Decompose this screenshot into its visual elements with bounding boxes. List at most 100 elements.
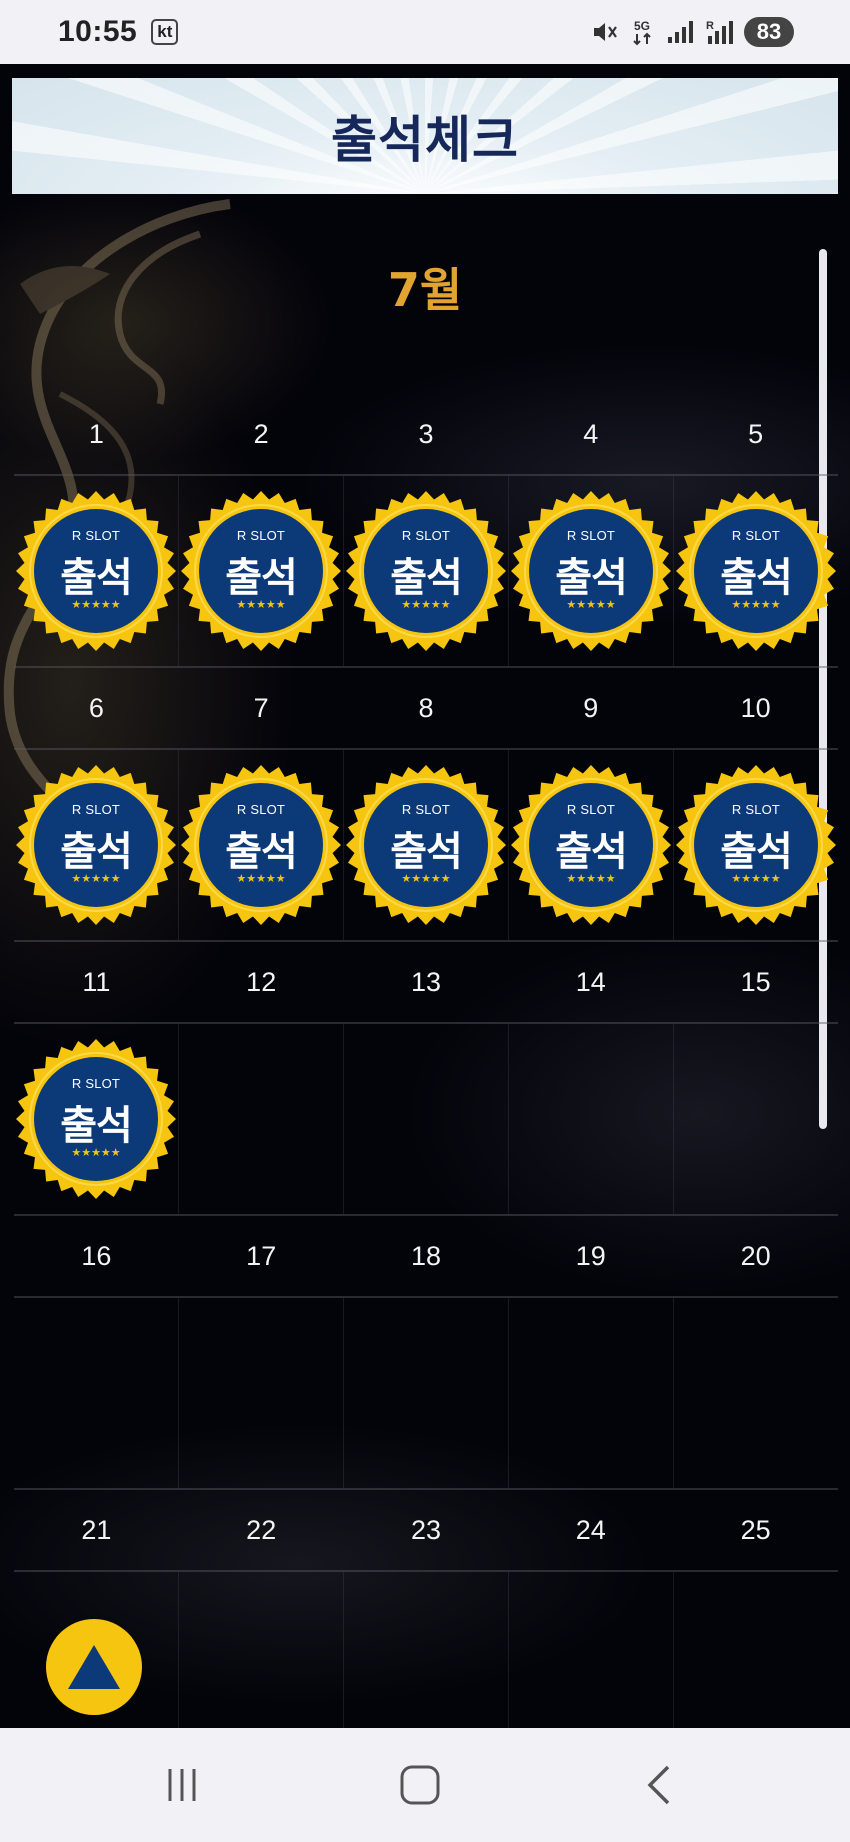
stamp-stars-icon: ★★★★★ (71, 1146, 121, 1159)
stamp-text: 출석 (720, 555, 793, 601)
day-cell[interactable]: R SLOT 출석 ★★★★★ (179, 476, 344, 666)
recent-apps-button[interactable] (152, 1758, 212, 1812)
stamp-text: 출석 (390, 555, 463, 601)
back-icon (647, 1765, 670, 1805)
stamp-stars-icon: ★★★★★ (731, 872, 781, 885)
day-number: 3 (418, 418, 434, 449)
day-cell[interactable] (344, 1024, 509, 1214)
day-number: 4 (583, 418, 599, 449)
status-icons: 5G R 83 (590, 17, 794, 47)
month-title: 7월 (387, 263, 463, 317)
signal-icon (666, 19, 694, 45)
stamp-text: 출석 (555, 829, 628, 875)
day-number: 10 (740, 692, 771, 723)
week-day-numbers: 16 17 18 19 20 (14, 1216, 838, 1298)
stamp-stars-icon: ★★★★★ (71, 872, 121, 885)
day-cell[interactable] (674, 1572, 838, 1728)
stamp-brand: R SLOT (401, 802, 451, 817)
day-number: 2 (253, 418, 269, 449)
day-number: 11 (82, 966, 111, 997)
day-number: 8 (418, 692, 434, 723)
home-button[interactable] (390, 1758, 450, 1812)
attendance-stamp: R SLOT 출석 ★★★★★ (15, 764, 177, 926)
day-cell[interactable]: R SLOT 출석 ★★★★★ (14, 750, 179, 940)
day-cell[interactable] (179, 1024, 344, 1214)
week-stamp-row (14, 1298, 838, 1490)
week-stamp-row: R SLOT 출석 ★★★★★ (14, 1024, 838, 1216)
day-cell[interactable]: R SLOT 출석 ★★★★★ (509, 476, 674, 666)
stamp-text: 출석 (60, 555, 133, 601)
stamp-text: 출석 (225, 829, 298, 875)
day-number: 15 (740, 966, 771, 997)
day-number: 22 (246, 1514, 277, 1545)
day-cell[interactable] (344, 1572, 509, 1728)
attendance-stamp: R SLOT 출석 ★★★★★ (345, 764, 507, 926)
week-day-numbers: 1 2 3 4 5 (14, 394, 838, 476)
day-cell[interactable]: R SLOT 출석 ★★★★★ (674, 750, 838, 940)
day-number: 25 (740, 1514, 771, 1545)
calendar-week: 6 7 8 9 10 R SLOT 출석 ★★★★★ R SLOT 출석 ★★★★★ R… (14, 668, 838, 942)
stamp-text: 출석 (720, 829, 793, 875)
day-cell[interactable]: R SLOT 출석 ★★★★★ (509, 750, 674, 940)
attendance-stamp: R SLOT 출석 ★★★★★ (510, 764, 672, 926)
attendance-stamp: R SLOT 출석 ★★★★★ (180, 764, 342, 926)
stamp-brand: R SLOT (71, 1076, 121, 1091)
stamp-brand: R SLOT (236, 528, 286, 543)
day-number: 16 (81, 1240, 112, 1271)
carrier-badge: kt (151, 19, 179, 45)
recent-apps-icon (168, 1769, 196, 1801)
day-cell[interactable]: R SLOT 출석 ★★★★★ (14, 476, 179, 666)
header-banner: 출석체크 (12, 78, 838, 194)
stamp-stars-icon: ★★★★★ (566, 872, 616, 885)
back-button[interactable] (630, 1758, 690, 1812)
week-stamp-row: R SLOT 출석 ★★★★★ R SLOT 출석 ★★★★★ R SLOT 출석 ★★★★… (14, 476, 838, 668)
stamp-brand: R SLOT (566, 528, 616, 543)
stamp-stars-icon: ★★★★★ (236, 598, 286, 611)
day-number: 1 (88, 418, 104, 449)
stamp-brand: R SLOT (71, 528, 121, 543)
day-cell[interactable] (344, 1298, 509, 1488)
day-cell[interactable]: R SLOT 출석 ★★★★★ (14, 1024, 179, 1214)
day-number: 23 (410, 1514, 442, 1545)
day-cell[interactable] (509, 1572, 674, 1728)
stamp-text: 출석 (555, 555, 628, 601)
home-icon (400, 1765, 440, 1805)
week-day-numbers: 6 7 8 9 10 (14, 668, 838, 750)
app-content: 출석체크 7월 1 2 3 4 5 R SLOT 출석 ★★★★★ R SLOT 출석… (0, 64, 850, 1728)
day-cell[interactable]: R SLOT 출석 ★★★★★ (344, 476, 509, 666)
week-stamp-row: R SLOT 출석 ★★★★★ R SLOT 출석 ★★★★★ R SLOT 출석 ★★★★… (14, 750, 838, 942)
triangle-up-icon (68, 1645, 120, 1689)
day-cell[interactable] (179, 1298, 344, 1488)
mute-icon (590, 18, 618, 46)
calendar-week: 1 2 3 4 5 R SLOT 출석 ★★★★★ R SLOT 출석 ★★★★★ R … (14, 394, 838, 668)
day-cell[interactable] (509, 1024, 674, 1214)
day-number: 17 (246, 1240, 277, 1271)
day-number: 6 (88, 692, 104, 723)
day-cell[interactable]: R SLOT 출석 ★★★★★ (344, 750, 509, 940)
attendance-calendar: 1 2 3 4 5 R SLOT 출석 ★★★★★ R SLOT 출석 ★★★★★ R … (14, 394, 838, 1728)
calendar-week: 16 17 18 19 20 (14, 1216, 838, 1490)
day-cell[interactable]: R SLOT 출석 ★★★★★ (179, 750, 344, 940)
attendance-stamp: R SLOT 출석 ★★★★★ (15, 1038, 177, 1200)
day-number: 7 (253, 692, 269, 723)
day-number: 24 (575, 1514, 606, 1545)
scroll-to-top-button[interactable] (46, 1619, 142, 1715)
attendance-stamp: R SLOT 출석 ★★★★★ (510, 490, 672, 652)
day-number: 12 (246, 966, 277, 997)
stamp-stars-icon: ★★★★★ (566, 598, 616, 611)
day-cell[interactable] (674, 1298, 838, 1488)
battery-indicator: 83 (744, 17, 794, 47)
day-cell[interactable] (179, 1572, 344, 1728)
day-number: 18 (410, 1240, 442, 1271)
day-cell[interactable]: R SLOT 출석 ★★★★★ (674, 476, 838, 666)
day-cell[interactable] (674, 1024, 838, 1214)
week-day-numbers: 11 12 13 14 15 (14, 942, 838, 1024)
stamp-stars-icon: ★★★★★ (731, 598, 781, 611)
stamp-brand: R SLOT (236, 802, 286, 817)
stamp-stars-icon: ★★★★★ (401, 598, 451, 611)
network-5g-icon: 5G (628, 17, 656, 47)
stamp-brand: R SLOT (566, 802, 616, 817)
day-cell[interactable] (14, 1298, 179, 1488)
calendar-week: 21 22 23 24 25 (14, 1490, 838, 1728)
day-cell[interactable] (509, 1298, 674, 1488)
